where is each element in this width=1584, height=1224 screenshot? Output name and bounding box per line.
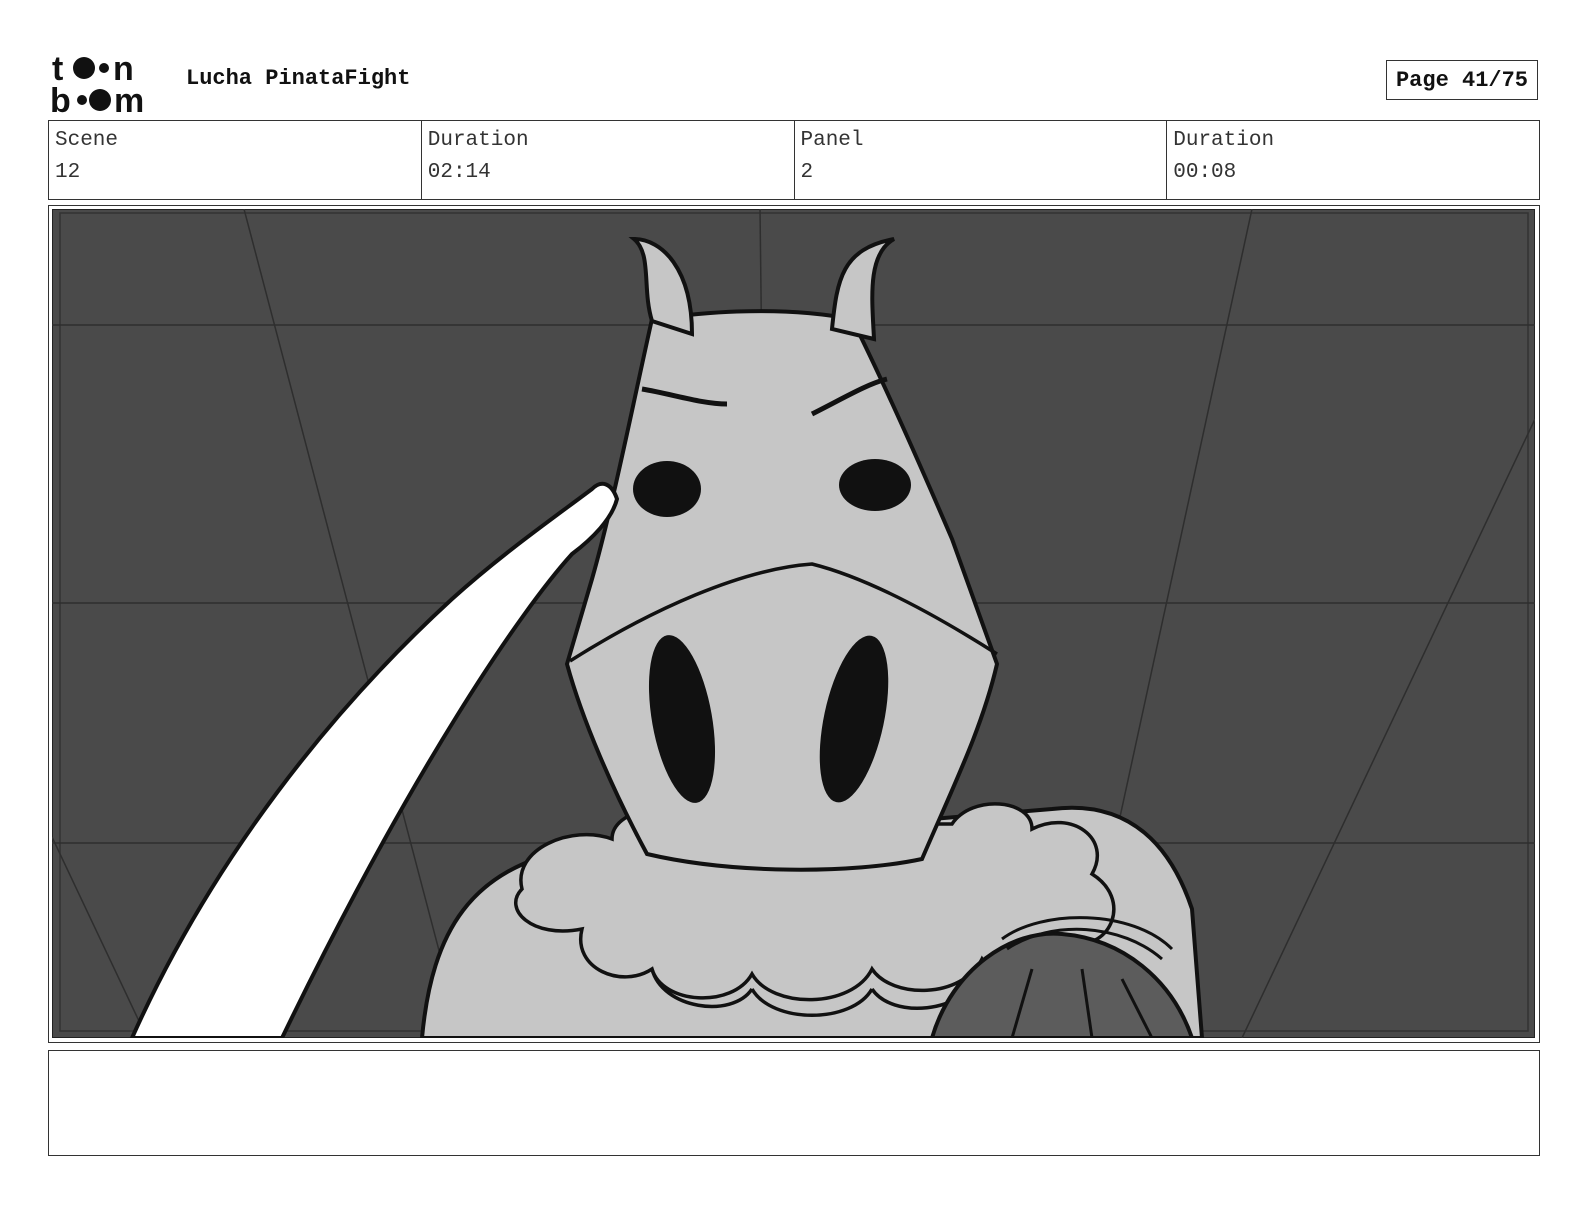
notes-box <box>48 1050 1540 1156</box>
panel-duration-value: 00:08 <box>1173 161 1237 184</box>
scene-label: Scene <box>55 129 119 152</box>
panel-cell: Panel 2 <box>795 121 1168 199</box>
panel-duration-cell: Duration 00:08 <box>1167 121 1539 199</box>
panel-label: Panel <box>800 129 864 152</box>
scene-value: 12 <box>55 161 81 184</box>
scene-duration-label: Duration <box>427 129 529 152</box>
storyboard-panel <box>48 205 1540 1043</box>
right-eye <box>839 459 911 511</box>
panel-duration-label: Duration <box>1173 129 1275 152</box>
left-eye <box>633 461 701 517</box>
notes-text <box>49 1051 1539 1067</box>
project-title: Lucha PinataFight <box>186 66 411 91</box>
page-number: Page 41/75 <box>1386 60 1538 100</box>
panel-sketch <box>52 209 1535 1038</box>
svg-text:m: m <box>114 82 144 116</box>
scene-cell: Scene 12 <box>49 121 422 199</box>
scene-duration-value: 02:14 <box>427 161 491 184</box>
panel-value: 2 <box>800 161 814 184</box>
scene-duration-cell: Duration 02:14 <box>422 121 795 199</box>
toonboom-logo: t n b m <box>50 50 144 116</box>
svg-text:b: b <box>50 82 71 116</box>
scene-info-table: Scene 12 Duration 02:14 Panel 2 Duration… <box>48 120 1540 200</box>
